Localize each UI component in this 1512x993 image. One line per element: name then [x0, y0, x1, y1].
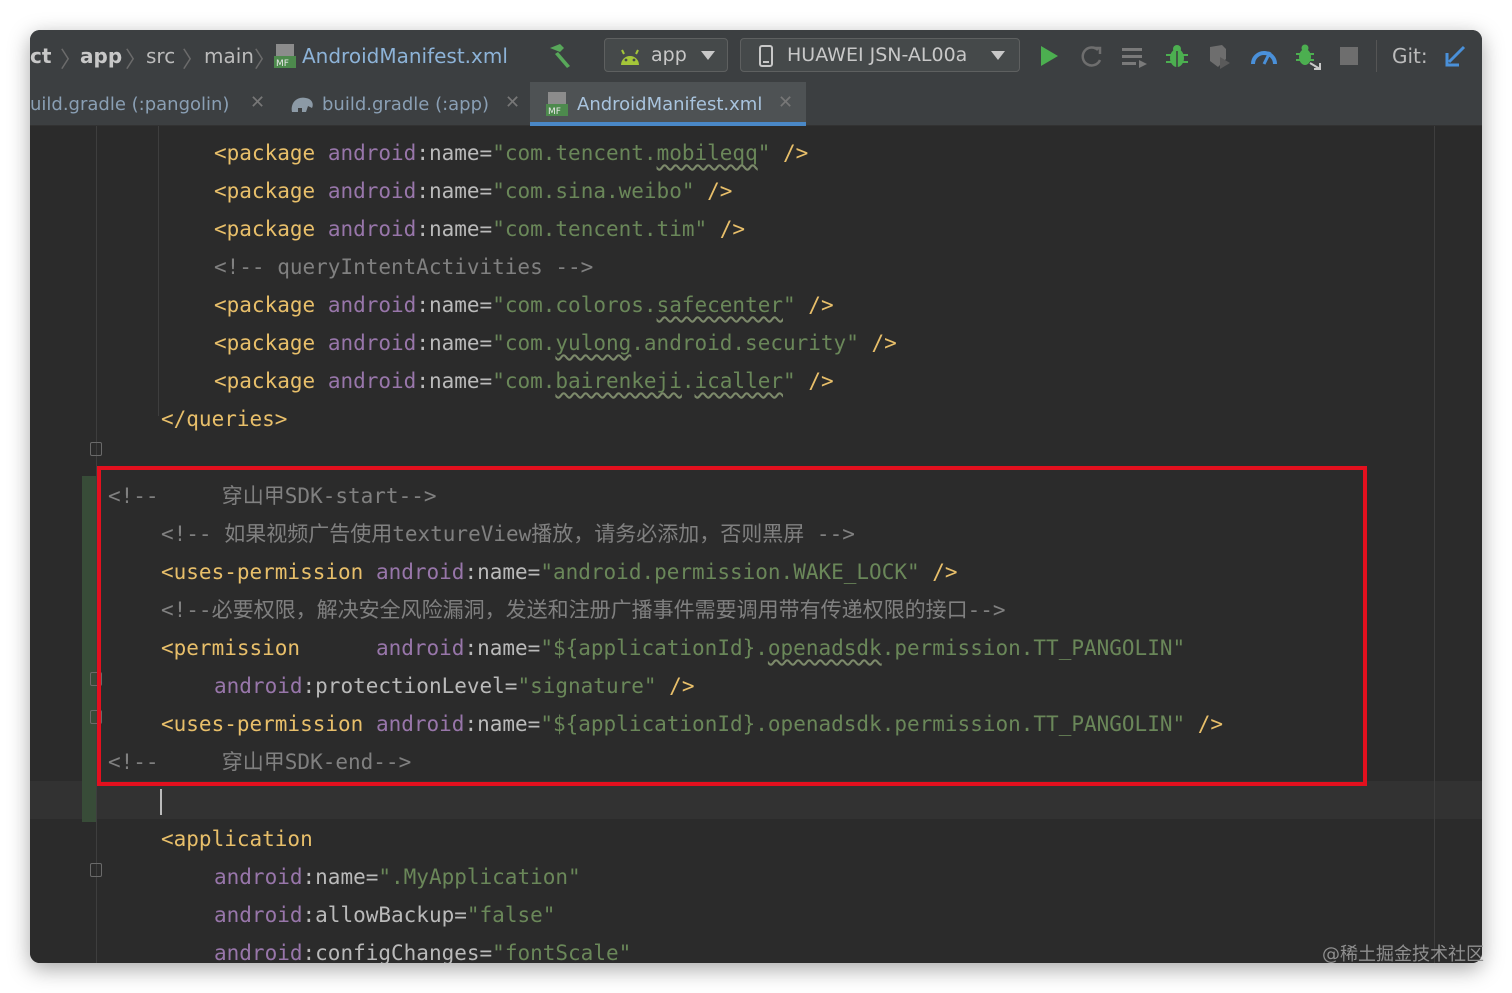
debug-bug-icon[interactable]	[1164, 43, 1190, 73]
breadcrumb-separator-icon: 〉	[125, 48, 148, 73]
code-line: <package android:name="com.sina.weibo" /…	[214, 179, 733, 203]
breadcrumb-file[interactable]: AndroidManifest.xml	[302, 44, 508, 68]
run-config-label: app	[651, 44, 687, 66]
tab-label: AndroidManifest.xml	[577, 94, 763, 115]
tab-android-manifest[interactable]: MF AndroidManifest.xml ✕	[530, 82, 806, 126]
build-hammer-icon[interactable]	[546, 42, 574, 74]
indent-guide	[158, 126, 159, 416]
code-editor[interactable]: <package android:name="com.tencent.mobil…	[30, 126, 1482, 963]
fold-marker-icon[interactable]	[90, 442, 102, 456]
breadcrumb-app[interactable]: app	[80, 44, 122, 68]
current-line-highlight	[30, 781, 1482, 819]
apply-changes-icon[interactable]	[1078, 44, 1104, 74]
gradle-elephant-icon	[288, 92, 316, 120]
android-icon	[619, 45, 641, 77]
manifest-file-icon: MF	[274, 44, 296, 74]
tab-build-gradle-pangolin[interactable]: uild.gradle (:pangolin) ✕	[30, 82, 276, 126]
apply-code-changes-icon[interactable]	[1122, 46, 1148, 72]
toolbar-divider	[1376, 40, 1377, 72]
chevron-down-icon	[701, 51, 715, 60]
git-update-arrow-icon[interactable]	[1444, 44, 1468, 72]
stop-icon[interactable]	[1340, 47, 1358, 69]
code-line: <package android:name="com.tencent.tim" …	[214, 217, 746, 241]
breadcrumb-separator-icon: 〉	[254, 48, 277, 73]
text-caret	[160, 789, 162, 815]
code-line: <!-- queryIntentActivities -->	[214, 255, 594, 279]
highlight-annotation-box	[97, 466, 1367, 786]
breadcrumb-src[interactable]: src	[146, 44, 175, 68]
fold-marker-icon[interactable]	[90, 863, 102, 877]
coverage-shield-icon[interactable]	[1206, 43, 1232, 73]
phone-icon	[759, 45, 773, 77]
profiler-gauge-icon[interactable]	[1250, 44, 1278, 70]
code-line: <application	[161, 827, 313, 851]
watermark: @稀土掘金技术社区	[1322, 944, 1484, 965]
code-line: android:configChanges="fontScale"	[214, 941, 632, 963]
vcs-label: Git:	[1392, 44, 1428, 68]
tab-label: build.gradle (:app)	[322, 94, 490, 115]
code-line: android:name=".MyApplication"	[214, 865, 581, 889]
chevron-down-icon	[991, 51, 1005, 60]
attach-debugger-icon[interactable]	[1294, 43, 1322, 75]
editor-tab-bar: uild.gradle (:pangolin) ✕ build.gradle (…	[30, 82, 1482, 126]
tab-build-gradle-app[interactable]: build.gradle (:app) ✕	[280, 82, 530, 126]
breadcrumb-project[interactable]: ct	[30, 44, 51, 68]
tab-label: uild.gradle (:pangolin)	[30, 94, 230, 115]
code-line: android:allowBackup="false"	[214, 903, 556, 927]
close-icon[interactable]: ✕	[250, 92, 265, 113]
code-line: <package android:name="com.coloros.safec…	[214, 293, 834, 317]
vcs-change-marker	[82, 476, 96, 822]
ide-window: ct 〉 app 〉 src 〉 main 〉 MF AndroidManife…	[30, 30, 1482, 963]
main-toolbar: ct 〉 app 〉 src 〉 main 〉 MF AndroidManife…	[30, 30, 1482, 82]
breadcrumb-main[interactable]: main	[204, 44, 254, 68]
device-label: HUAWEI JSN-AL00a	[787, 44, 968, 66]
code-line: </queries>	[161, 407, 288, 431]
code-line: <package android:name="com.yulong.androi…	[214, 331, 897, 355]
run-icon[interactable]	[1038, 44, 1060, 72]
close-icon[interactable]: ✕	[778, 92, 793, 113]
right-margin-guide	[1434, 126, 1435, 963]
code-line: <package android:name="com.tencent.mobil…	[214, 141, 809, 165]
breadcrumb-separator-icon: 〉	[60, 48, 83, 73]
device-select[interactable]: HUAWEI JSN-AL00a	[740, 38, 1020, 72]
run-config-select[interactable]: app	[604, 38, 728, 72]
code-line: <package android:name="com.bairenkeji.ic…	[214, 369, 834, 393]
svg-text:MF: MF	[276, 59, 289, 69]
breadcrumb-separator-icon: 〉	[182, 48, 205, 73]
manifest-file-icon: MF	[546, 92, 568, 122]
close-icon[interactable]: ✕	[505, 92, 520, 113]
svg-text:MF: MF	[548, 107, 561, 117]
